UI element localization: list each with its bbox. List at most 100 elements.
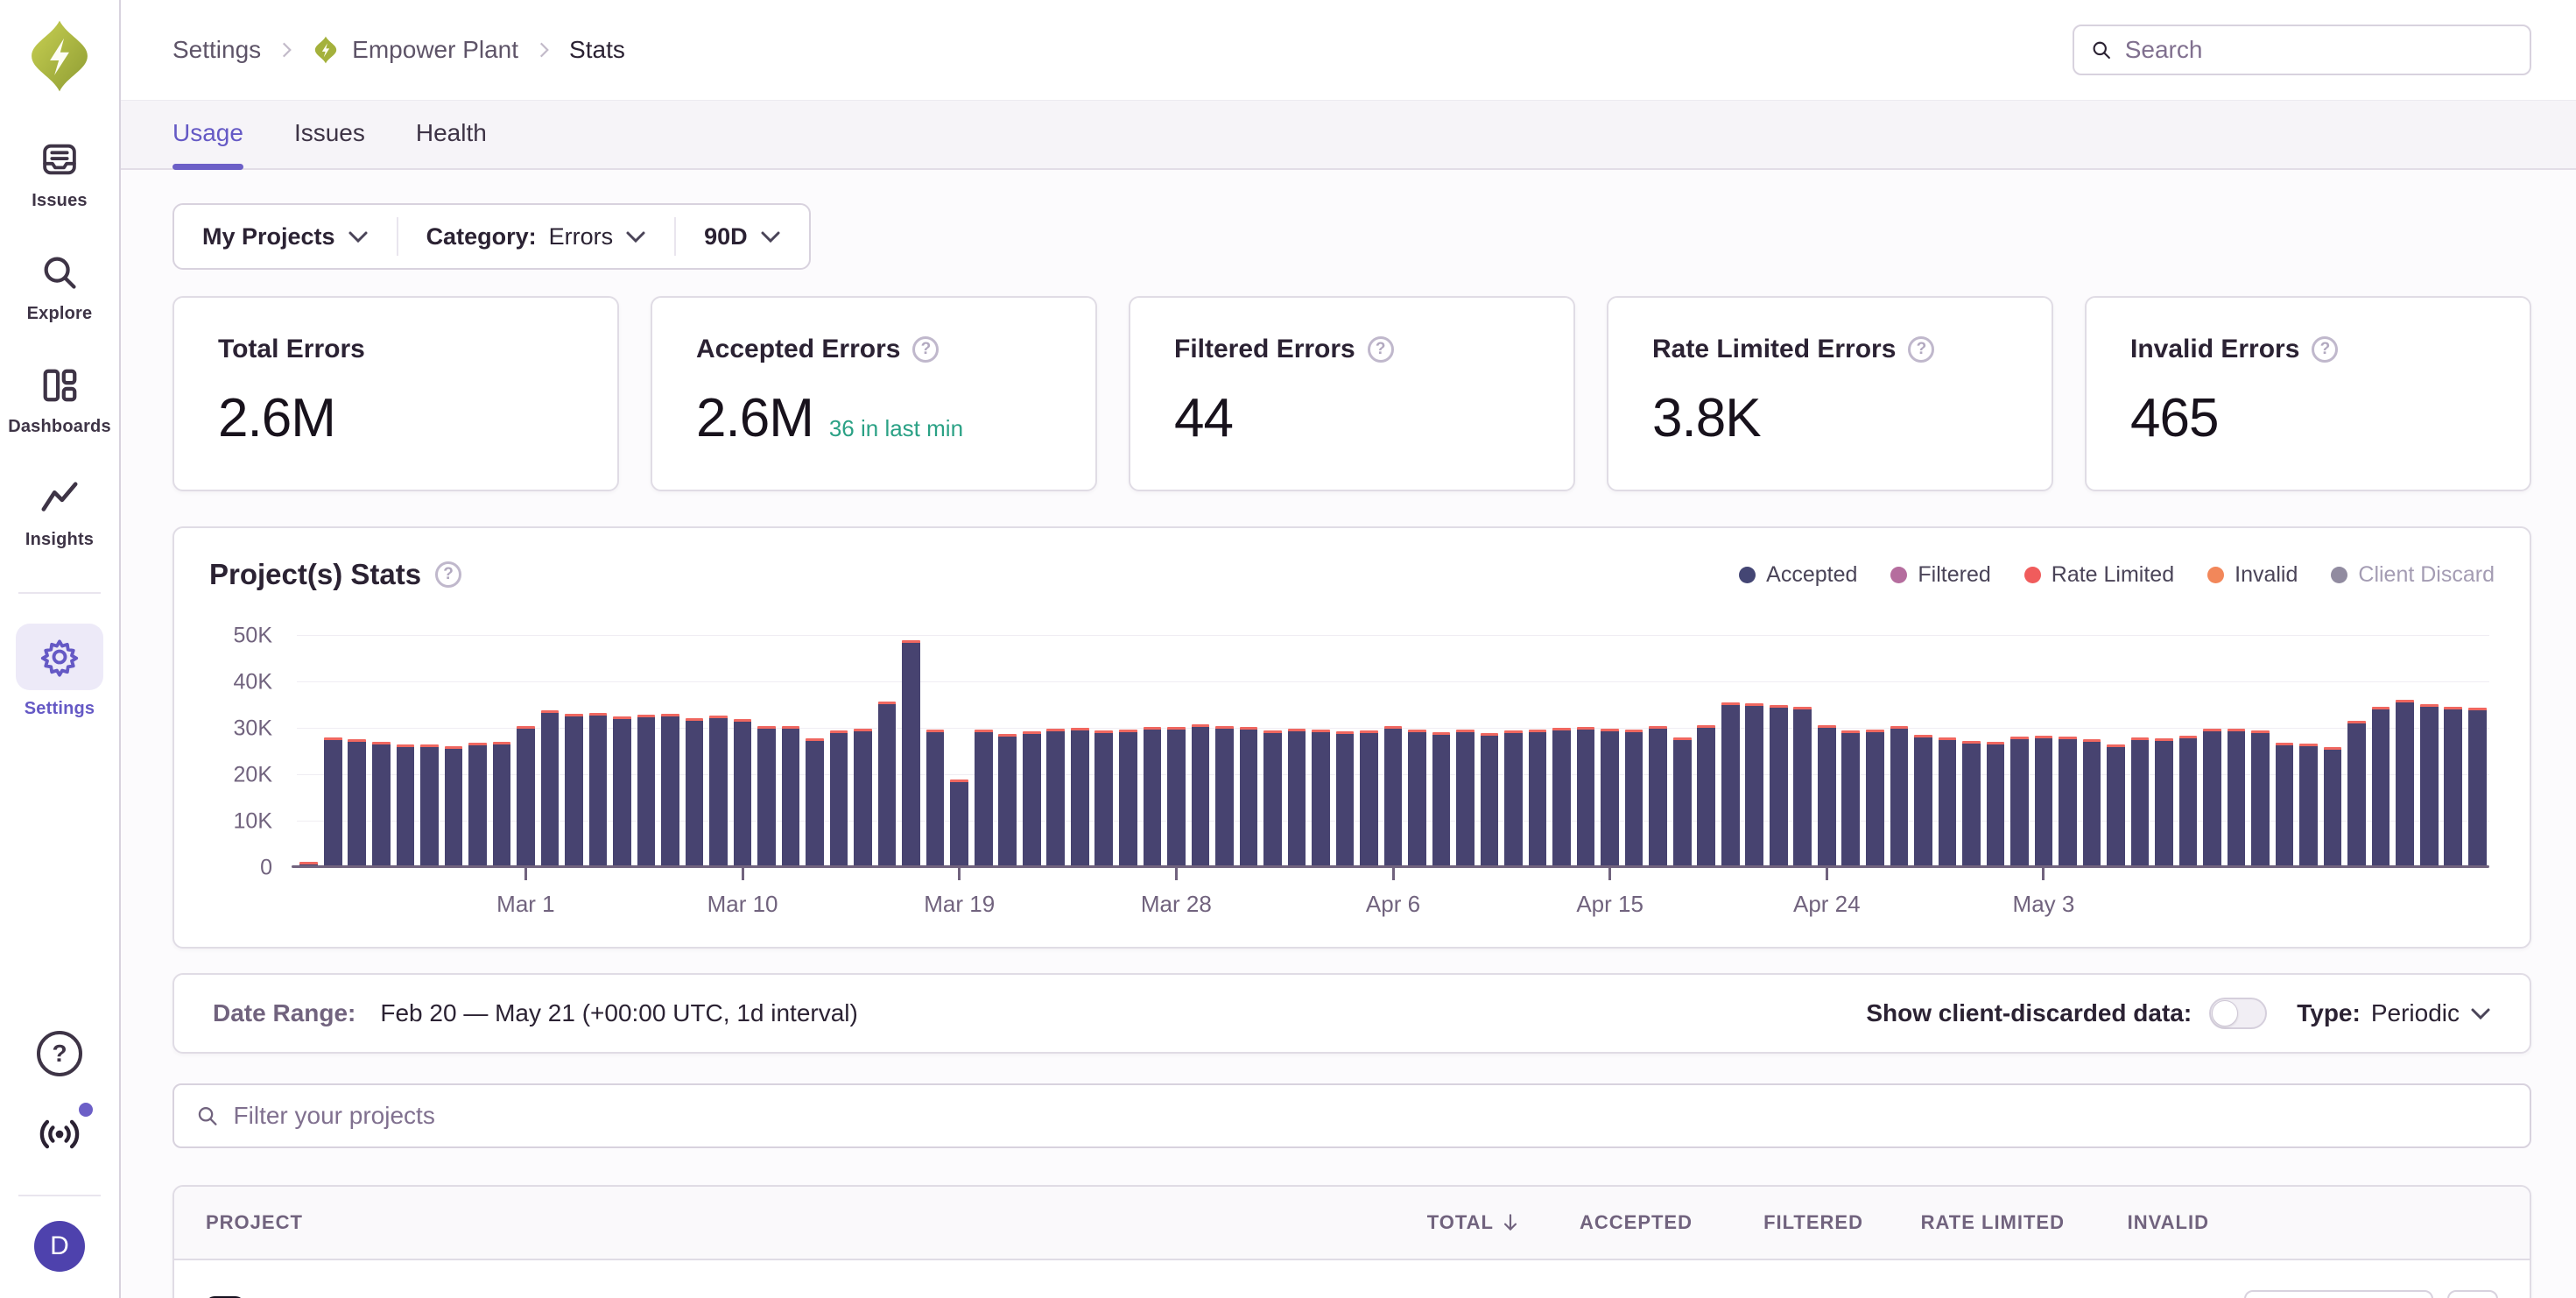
column-total[interactable]: TOTAL — [1369, 1211, 1522, 1234]
chart-bar[interactable] — [1312, 730, 1330, 865]
breadcrumb-settings[interactable]: Settings — [172, 36, 261, 64]
sentry-logo[interactable] — [23, 19, 96, 93]
chart-bar[interactable] — [2299, 744, 2318, 865]
chart-bar[interactable] — [686, 718, 704, 865]
chart-bar[interactable] — [1818, 725, 1836, 865]
chart-bar[interactable] — [1697, 725, 1715, 865]
chart-bar[interactable] — [1336, 731, 1355, 865]
chart-bar[interactable] — [1192, 724, 1210, 865]
chart-bar[interactable] — [445, 746, 463, 865]
chart-bar[interactable] — [950, 780, 968, 865]
chart-bar[interactable] — [926, 730, 945, 865]
period-selector[interactable]: 90D — [676, 205, 809, 268]
chart-bar[interactable] — [1046, 729, 1065, 865]
whats-new-button[interactable] — [37, 1111, 82, 1161]
chart-bar[interactable] — [2083, 739, 2101, 865]
chart-bar[interactable] — [2468, 708, 2487, 865]
chart-bar[interactable] — [709, 716, 728, 865]
search-input[interactable] — [2125, 36, 2514, 64]
chart-bar[interactable] — [2107, 744, 2125, 865]
sidebar-item-insights[interactable]: Insights — [25, 476, 94, 550]
chart-bar[interactable] — [468, 743, 487, 865]
sidebar-item-dashboards[interactable]: Dashboards — [8, 363, 111, 437]
chart-bar[interactable] — [734, 719, 752, 865]
legend-item-client-discard[interactable]: Client Discard — [2331, 562, 2495, 588]
chart-bar[interactable] — [2324, 747, 2342, 865]
chart-bar[interactable] — [1601, 729, 1619, 865]
chart-bar[interactable] — [541, 710, 560, 865]
chart-bar[interactable] — [1481, 733, 1499, 865]
chart-bar[interactable] — [299, 862, 318, 865]
help-circle-icon[interactable]: ? — [1908, 336, 1934, 363]
chart-bar[interactable] — [1577, 727, 1595, 865]
chart-bar[interactable] — [2035, 736, 2053, 865]
chart-bar[interactable] — [1552, 728, 1571, 865]
chart-bar[interactable] — [1215, 726, 1234, 865]
legend-item-accepted[interactable]: Accepted — [1739, 562, 1857, 588]
chart-bar[interactable] — [1240, 727, 1258, 865]
chart-bar[interactable] — [1673, 737, 1692, 865]
chart-bar[interactable] — [1793, 707, 1812, 865]
view-stats-button[interactable]: View Stats — [2244, 1290, 2433, 1298]
project-selector[interactable]: My Projects — [174, 205, 397, 268]
column-invalid[interactable]: INVALID — [2065, 1211, 2209, 1234]
chart-bar[interactable] — [806, 738, 824, 865]
chart-bar[interactable] — [420, 744, 439, 865]
chart-bar[interactable] — [637, 715, 656, 865]
chart-bar[interactable] — [757, 726, 776, 865]
chart-bar[interactable] — [1987, 742, 2005, 865]
chart-bar[interactable] — [1456, 730, 1475, 865]
chart-bar[interactable] — [1939, 737, 1957, 865]
chart-bar[interactable] — [830, 730, 848, 865]
chart-bar[interactable] — [975, 730, 993, 865]
chart-bar[interactable] — [1119, 730, 1137, 865]
legend-item-rate-limited[interactable]: Rate Limited — [2024, 562, 2174, 588]
chart-bar[interactable] — [1263, 730, 1282, 865]
chart-bar[interactable] — [1721, 702, 1740, 865]
chart-bar[interactable] — [2444, 707, 2462, 865]
chart-bar[interactable] — [1529, 730, 1547, 865]
help-circle-icon[interactable]: ? — [435, 561, 461, 588]
tab-health[interactable]: Health — [416, 119, 487, 168]
chart-bar[interactable] — [1914, 735, 1932, 865]
chart-bar[interactable] — [1866, 730, 1884, 865]
chart-bar[interactable] — [2396, 700, 2414, 865]
legend-item-invalid[interactable]: Invalid — [2207, 562, 2298, 588]
chart-bar[interactable] — [324, 737, 342, 865]
chart-bar[interactable] — [1962, 741, 1981, 865]
chart-bar[interactable] — [1360, 730, 1378, 865]
chart-bar[interactable] — [1023, 731, 1041, 865]
category-selector[interactable]: Category: Errors — [398, 205, 675, 268]
chart-bar[interactable] — [878, 702, 897, 865]
sidebar-item-explore[interactable]: Explore — [27, 250, 93, 324]
chart-bar[interactable] — [1167, 727, 1186, 865]
client-discard-toggle[interactable] — [2209, 998, 2267, 1029]
sidebar-item-issues[interactable]: Issues — [32, 137, 87, 211]
chart-bar[interactable] — [998, 734, 1017, 865]
chart-bar[interactable] — [2228, 729, 2246, 865]
chart-bar[interactable] — [372, 742, 391, 865]
chart-bar[interactable] — [1625, 730, 1643, 865]
chart-bar[interactable] — [2155, 738, 2173, 865]
chart-bar[interactable] — [782, 726, 800, 865]
help-icon[interactable]: ? — [37, 1031, 82, 1076]
legend-item-filtered[interactable]: Filtered — [1890, 562, 1990, 588]
column-filtered[interactable]: FILTERED — [1693, 1211, 1863, 1234]
chart-bar[interactable] — [854, 729, 872, 865]
chart-bar[interactable] — [1432, 732, 1451, 865]
chart-bar[interactable] — [1384, 726, 1403, 865]
chart-bar[interactable] — [2179, 736, 2198, 865]
tab-issues[interactable]: Issues — [294, 119, 365, 168]
breadcrumb-org[interactable]: Empower Plant — [352, 36, 518, 64]
chart-bar[interactable] — [1504, 730, 1523, 865]
chart-bar[interactable] — [2372, 707, 2390, 865]
chart-bar[interactable] — [1071, 728, 1089, 865]
chart-bar[interactable] — [565, 714, 583, 865]
chart-bar[interactable] — [2347, 721, 2366, 865]
chart-bar[interactable] — [1770, 705, 1788, 865]
chart-bar[interactable] — [517, 726, 535, 865]
tab-usage[interactable]: Usage — [172, 119, 243, 168]
help-circle-icon[interactable]: ? — [2312, 336, 2338, 363]
chart-bar[interactable] — [2059, 737, 2077, 865]
chart-bar[interactable] — [2420, 704, 2439, 865]
